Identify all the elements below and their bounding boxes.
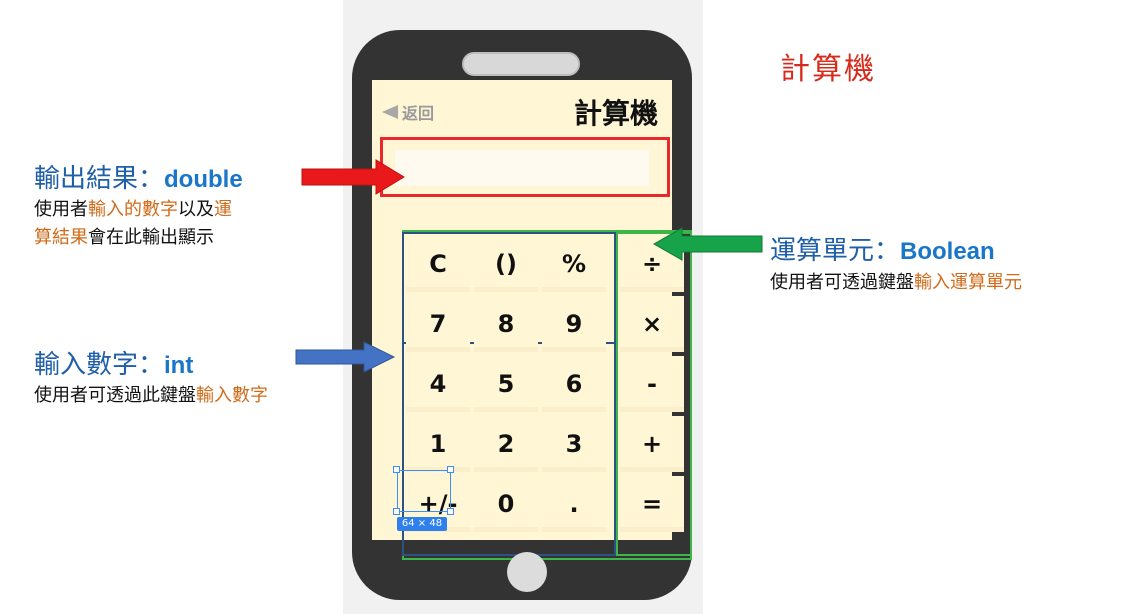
output-desc-line2: 算結果會在此輸出顯示	[34, 224, 232, 252]
output-arrow-icon	[301, 159, 405, 195]
home-button[interactable]	[507, 552, 547, 592]
key-button[interactable]: 5	[474, 356, 538, 412]
key-button[interactable]: 3	[542, 416, 606, 472]
desc-highlight: 輸入數字	[196, 385, 268, 406]
key-button[interactable]: ()	[474, 236, 538, 292]
key-button[interactable]: 4	[406, 356, 470, 412]
key-shadow	[620, 407, 684, 412]
desc-text: 使用者	[34, 199, 88, 220]
page-title: 計算機	[780, 52, 876, 87]
selection-handle[interactable]	[447, 508, 454, 515]
output-title-text: 輸出結果：	[34, 164, 165, 194]
back-arrow-icon	[382, 105, 398, 119]
key-shadow	[474, 467, 538, 472]
key-button[interactable]: 0	[474, 476, 538, 532]
back-button[interactable]: 返回	[382, 100, 434, 124]
input-arrow-icon	[295, 341, 396, 373]
key-button[interactable]: 1	[406, 416, 470, 472]
operator-key-button[interactable]: =	[620, 476, 684, 532]
desc-text: 以及	[178, 199, 214, 220]
selection-handle[interactable]	[447, 466, 454, 473]
key-shadow	[474, 287, 538, 292]
output-description: 使用者輸入的數字以及運 算結果會在此輸出顯示	[34, 196, 232, 252]
key-button[interactable]: 7	[406, 296, 470, 352]
input-description: 使用者可透過此鍵盤輸入數字	[34, 382, 268, 410]
selection-handle[interactable]	[393, 508, 400, 515]
key-shadow	[406, 347, 470, 352]
desc-highlight: 輸入運算單元	[914, 272, 1022, 293]
output-type: double	[164, 166, 243, 193]
key-shadow	[474, 407, 538, 412]
output-annotation-title: 輸出結果：double	[34, 158, 243, 195]
key-shadow	[620, 287, 684, 292]
operator-description: 使用者可透過鍵盤輸入運算單元	[770, 269, 1022, 297]
phone-frame: 返回 計算機 C()% 7 8 9 4 5 6 1 2 3 +/- 0. ÷ × - + =	[352, 30, 692, 600]
input-title-text: 輸入數字：	[34, 350, 165, 380]
operator-type: Boolean	[900, 238, 995, 265]
key-button[interactable]: C	[406, 236, 470, 292]
key-button[interactable]: 2	[474, 416, 538, 472]
key-button[interactable]: 9	[542, 296, 606, 352]
key-shadow	[542, 287, 606, 292]
operator-key-button[interactable]: +	[620, 416, 684, 472]
key-shadow	[474, 347, 538, 352]
key-shadow	[474, 527, 538, 532]
key-shadow	[406, 287, 470, 292]
input-type: int	[164, 352, 194, 379]
key-shadow	[542, 467, 606, 472]
operator-arrow-icon	[652, 227, 763, 261]
size-badge: 64 × 48	[397, 517, 447, 531]
output-display	[380, 137, 670, 197]
key-shadow	[620, 527, 684, 532]
input-annotation-title: 輸入數字：int	[34, 344, 193, 381]
output-field	[395, 150, 649, 186]
phone-speaker	[462, 52, 580, 76]
output-desc-line1: 使用者輸入的數字以及運	[34, 196, 232, 224]
desc-highlight: 算結果	[34, 227, 88, 248]
key-shadow	[542, 347, 606, 352]
back-label: 返回	[402, 104, 435, 123]
selection-box	[397, 470, 451, 512]
screen-title: 計算機	[573, 97, 658, 130]
operator-annotation-title: 運算單元：Boolean	[770, 230, 995, 267]
operator-key-button[interactable]: ×	[620, 296, 684, 352]
operator-key-button[interactable]: -	[620, 356, 684, 412]
key-shadow	[620, 347, 684, 352]
key-button[interactable]: 6	[542, 356, 606, 412]
desc-text: 使用者可透過鍵盤	[770, 272, 914, 293]
desc-highlight: 運	[214, 199, 232, 220]
key-button[interactable]: %	[542, 236, 606, 292]
desc-text: 使用者可透過此鍵盤	[34, 385, 196, 406]
desc-highlight: 輸入的數字	[88, 199, 178, 220]
key-shadow	[542, 527, 606, 532]
key-button[interactable]: 8	[474, 296, 538, 352]
selection-handle[interactable]	[393, 466, 400, 473]
key-shadow	[542, 407, 606, 412]
key-shadow	[406, 407, 470, 412]
desc-text: 會在此輸出顯示	[88, 227, 214, 248]
key-shadow	[620, 467, 684, 472]
operator-title-text: 運算單元：	[770, 236, 901, 266]
key-button[interactable]: .	[542, 476, 606, 532]
